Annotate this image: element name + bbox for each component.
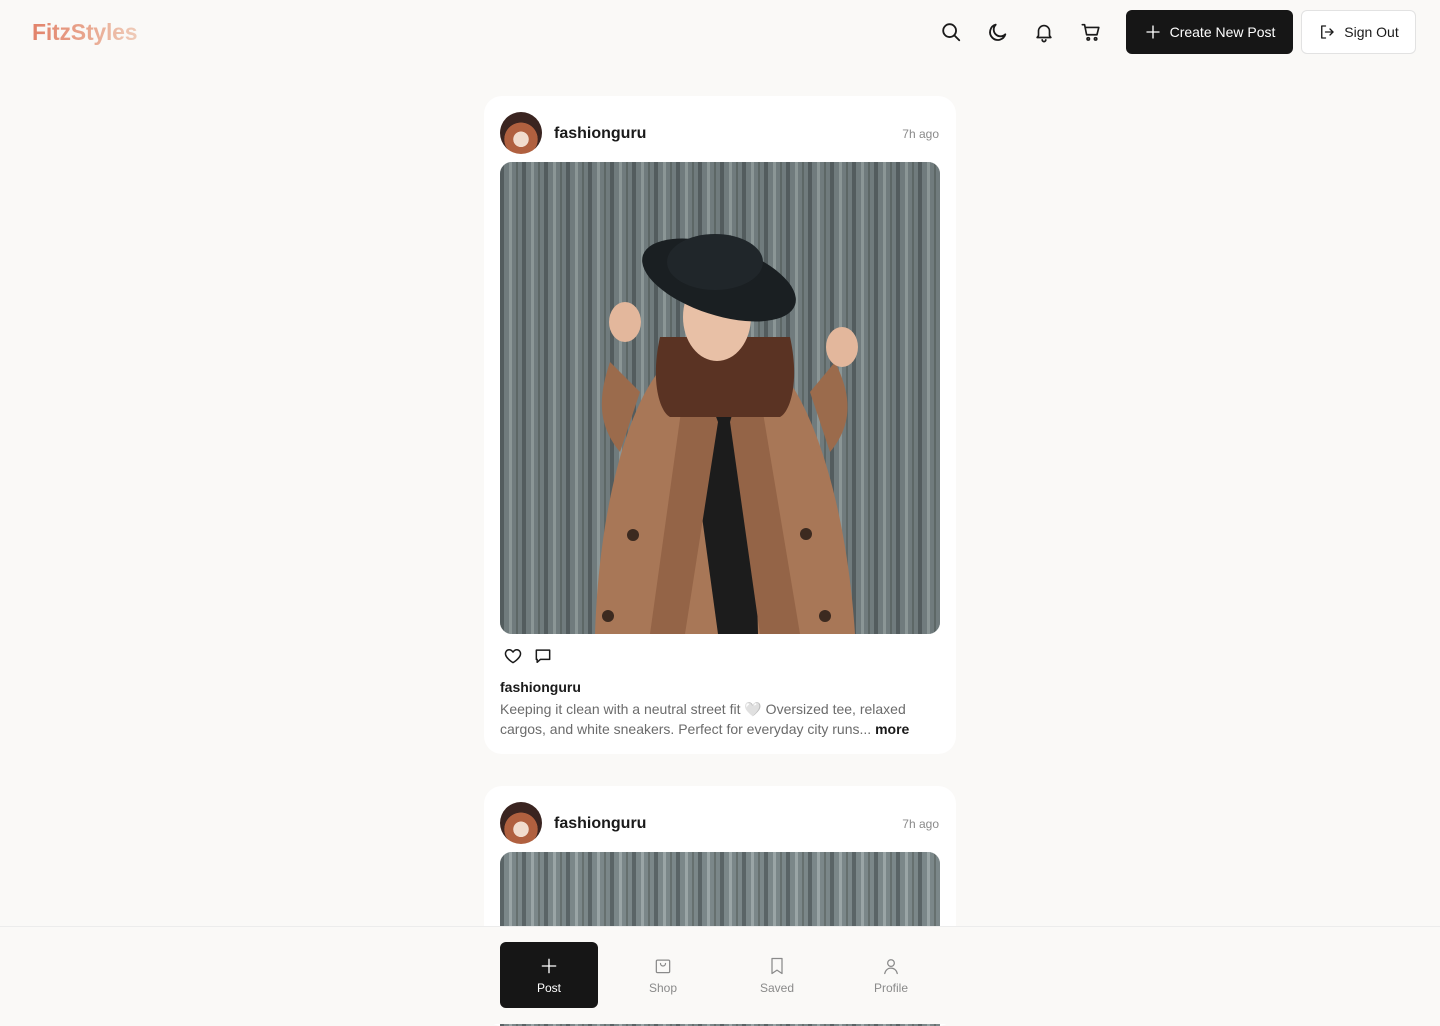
plus-icon	[1145, 25, 1160, 39]
top-header: FitzStyles Create New Post Sign Out	[0, 0, 1440, 66]
more-link[interactable]: more	[875, 721, 909, 737]
post-username[interactable]: fashionguru	[554, 125, 646, 143]
nav-post[interactable]: Post	[500, 942, 598, 1008]
post-image[interactable]	[500, 162, 940, 634]
bell-icon[interactable]	[1030, 18, 1058, 46]
post-caption: Keeping it clean with a neutral street f…	[500, 699, 940, 739]
post-timestamp: 7h ago	[902, 127, 939, 141]
comment-icon[interactable]	[533, 646, 553, 666]
nav-saved-label: Saved	[759, 980, 795, 995]
shopping-bag-icon	[655, 959, 671, 973]
moon-icon[interactable]	[984, 18, 1012, 46]
search-icon[interactable]	[937, 18, 965, 46]
post-timestamp: 7h ago	[902, 817, 939, 831]
caption-text: Keeping it clean with a neutral street f…	[500, 701, 906, 737]
create-new-post-label: Create New Post	[1169, 24, 1276, 40]
plus-icon	[541, 958, 557, 973]
nav-profile-label: Profile	[873, 980, 908, 995]
create-new-post-button[interactable]: Create New Post	[1126, 10, 1293, 54]
caption-username[interactable]: fashionguru	[500, 679, 581, 695]
post-card: fashionguru 7h ago	[484, 96, 956, 754]
sign-out-button[interactable]: Sign Out	[1301, 10, 1416, 54]
avatar[interactable]	[500, 112, 542, 154]
heart-icon[interactable]	[503, 646, 523, 666]
nav-shop-label: Shop	[648, 980, 678, 995]
sign-out-label: Sign Out	[1344, 24, 1399, 40]
user-icon	[884, 958, 898, 974]
nav-profile[interactable]: Profile	[842, 942, 940, 1008]
nav-saved[interactable]: Saved	[728, 942, 826, 1008]
nav-shop[interactable]: Shop	[614, 942, 712, 1008]
sign-out-icon	[1321, 25, 1334, 39]
app-logo[interactable]: FitzStyles	[32, 19, 138, 46]
post-actions	[503, 646, 553, 666]
nav-post-label: Post	[536, 980, 561, 995]
bottom-nav: Post Shop Saved Profile	[0, 926, 1440, 1024]
cart-icon[interactable]	[1077, 18, 1105, 46]
post-username[interactable]: fashionguru	[554, 815, 646, 833]
bookmark-icon	[771, 957, 783, 974]
avatar[interactable]	[500, 802, 542, 844]
